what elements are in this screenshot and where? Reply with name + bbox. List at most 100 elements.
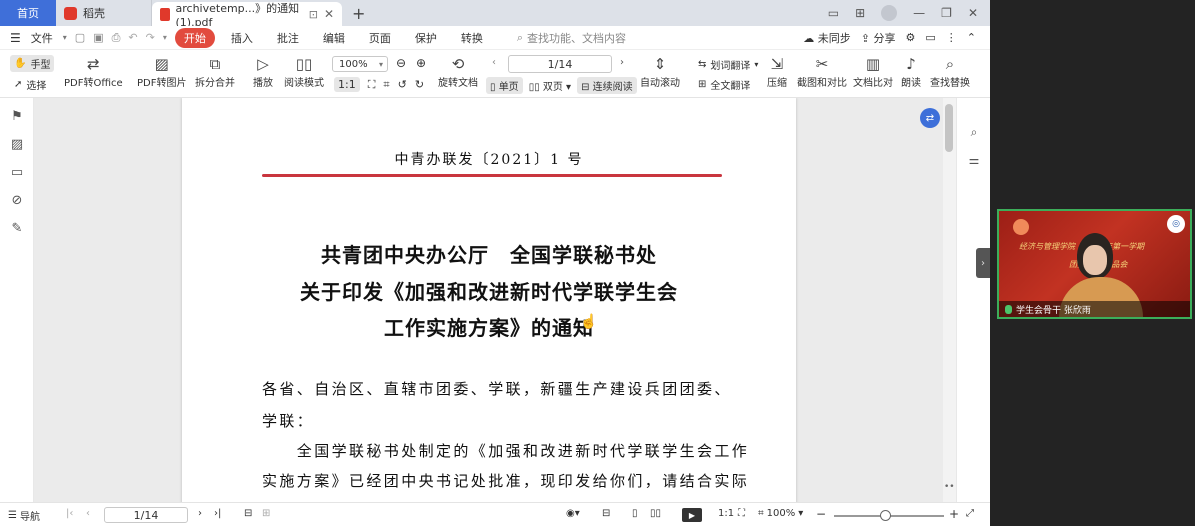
search-box[interactable]: ⌕ 查找功能、文档内容 bbox=[517, 30, 626, 46]
signature-icon[interactable]: ✎ bbox=[9, 220, 25, 236]
continuous-read-button[interactable]: ⊟ 连续阅读 bbox=[577, 77, 637, 94]
eye-icon[interactable]: ◉▾ bbox=[566, 508, 580, 519]
comment-icon[interactable]: ▭ bbox=[925, 31, 935, 44]
full-translate-label: 全文翻译 bbox=[710, 81, 751, 92]
single-view-icon[interactable]: ▯ bbox=[632, 508, 638, 519]
read-aloud-button[interactable]: ♪ 朗读 bbox=[900, 54, 922, 89]
tab-home[interactable]: 首页 bbox=[0, 0, 56, 26]
document-viewport[interactable]: 中青办联发〔2021〕1 号 共青团中央办公厅 全国学联秘书处 关于印发《加强和… bbox=[34, 98, 956, 502]
settings-icon[interactable]: ⚙ bbox=[906, 31, 916, 44]
close-tab-icon[interactable]: ✕ bbox=[324, 7, 334, 21]
rotate-right-icon[interactable]: ↻ bbox=[415, 78, 424, 91]
avatar[interactable] bbox=[881, 5, 898, 21]
print-icon[interactable]: ⎙ bbox=[112, 31, 121, 45]
word-translate-button[interactable]: ⇆ 划词翻译 ▾ bbox=[698, 57, 758, 72]
comment-icon[interactable]: ▭ bbox=[9, 164, 25, 180]
participant-caption: 学生会骨干 张欣雨 bbox=[999, 301, 1190, 317]
new-tab-button[interactable]: + bbox=[342, 0, 375, 26]
zoom-readout[interactable]: ⌗ 100% ▾ bbox=[758, 508, 803, 519]
zoom-slider-knob[interactable] bbox=[880, 510, 891, 521]
share-button[interactable]: ⇪ 分享 bbox=[861, 30, 896, 46]
forward-icon[interactable]: ⊞ bbox=[262, 508, 270, 519]
minimize-icon[interactable]: — bbox=[913, 6, 925, 20]
tab-active-document[interactable]: archivetemp...》的通知(1).pdf ⊡ ✕ bbox=[152, 2, 342, 29]
fit-page-icon[interactable]: ⛶ bbox=[738, 508, 745, 519]
undo-icon[interactable]: ↶ bbox=[128, 31, 137, 44]
sync-status[interactable]: ☁ 未同步 bbox=[803, 30, 851, 46]
tab-docer[interactable]: 稻壳 bbox=[56, 0, 152, 26]
vertical-scrollbar[interactable]: ••• bbox=[943, 98, 960, 502]
pin-icon[interactable]: ⊡ bbox=[309, 8, 318, 21]
menu-page[interactable]: 页面 bbox=[361, 30, 399, 46]
play-icon[interactable]: ▶ bbox=[682, 508, 702, 522]
pdf-to-office-button[interactable]: ⇄ PDF转Office bbox=[64, 54, 123, 89]
fullscreen-icon[interactable]: ⤢ bbox=[966, 508, 974, 519]
zoom-select[interactable]: 100% ▾ bbox=[332, 56, 388, 72]
chevron-down-icon[interactable]: ▾ bbox=[63, 33, 67, 42]
close-window-icon[interactable]: ✕ bbox=[968, 6, 978, 20]
zoom-out-icon[interactable]: − bbox=[816, 507, 826, 521]
actual-size-icon[interactable]: 1:1 bbox=[718, 508, 734, 519]
hamburger-icon[interactable]: ☰ bbox=[10, 31, 21, 45]
menu-edit[interactable]: 编辑 bbox=[315, 30, 353, 46]
video-tile[interactable]: 经济与管理学院 …… 学年第一学期 团委…… 精品会 ◎ 学生会骨干 张欣雨 bbox=[997, 209, 1192, 319]
bookmark-icon[interactable]: ⚑ bbox=[9, 108, 25, 124]
fit-page-icon[interactable]: ⛶ bbox=[368, 78, 376, 92]
split-merge-button[interactable]: ⧉ 拆分合并 bbox=[195, 54, 235, 89]
compress-button[interactable]: ⇲ 压缩 bbox=[766, 54, 788, 89]
actual-size-icon[interactable]: 1:1 bbox=[334, 77, 360, 92]
hand-tool-button[interactable]: ✋ 手型 bbox=[10, 55, 55, 72]
more-icon[interactable]: ⋮ bbox=[946, 31, 957, 44]
restore-icon[interactable]: ❐ bbox=[941, 6, 952, 20]
single-page-button[interactable]: ▯ 单页 bbox=[486, 77, 523, 94]
collapse-panel-chevron-icon[interactable]: › bbox=[976, 248, 990, 278]
thumbnail-icon[interactable]: ▨ bbox=[9, 136, 25, 152]
fit-width-icon[interactable]: ⌗ bbox=[383, 78, 389, 92]
find-replace-button[interactable]: ⌕ 查找替换 bbox=[930, 54, 970, 89]
adjust-icon[interactable]: ⚌ bbox=[966, 152, 982, 168]
status-page-input[interactable]: 1/14 bbox=[104, 507, 188, 523]
prev-page-icon[interactable]: ‹ bbox=[86, 508, 90, 519]
zoom-out-icon[interactable]: ⊖ bbox=[396, 56, 406, 70]
search-icon[interactable]: ⌕ bbox=[966, 124, 982, 140]
nav-button[interactable]: ☰ 导航 bbox=[8, 508, 40, 523]
next-page-icon[interactable]: › bbox=[198, 508, 202, 519]
autoscroll-button[interactable]: ⇕ 自动滚动 bbox=[640, 54, 680, 89]
zoom-in-icon[interactable]: + bbox=[949, 507, 959, 521]
new-file-icon[interactable]: ▢ bbox=[75, 31, 85, 44]
collapse-ribbon-icon[interactable]: ⌃ bbox=[967, 31, 976, 44]
menu-start-button[interactable]: 开始 bbox=[174, 27, 215, 48]
rotate-document-button[interactable]: ⟲ 旋转文档 bbox=[438, 54, 478, 89]
menu-annotate[interactable]: 批注 bbox=[269, 30, 307, 46]
scrollbar-thumb[interactable] bbox=[945, 104, 953, 152]
full-translate-button[interactable]: ⊞ 全文翻译 bbox=[698, 77, 750, 92]
menu-protect[interactable]: 保护 bbox=[407, 30, 445, 46]
layout-icon[interactable]: ▭ bbox=[828, 6, 839, 20]
zoom-in-icon[interactable]: ⊕ bbox=[416, 56, 426, 70]
double-view-icon[interactable]: ▯▯ bbox=[650, 508, 661, 519]
prev-page-icon[interactable]: ‹ bbox=[492, 57, 496, 68]
rotate-left-icon[interactable]: ↺ bbox=[398, 78, 407, 91]
menu-convert[interactable]: 转换 bbox=[453, 30, 491, 46]
continuous-view-icon[interactable]: ⊟ bbox=[602, 508, 610, 519]
first-page-icon[interactable]: |‹ bbox=[66, 508, 73, 519]
next-page-icon[interactable]: › bbox=[620, 57, 624, 68]
select-tool-button[interactable]: ➚ 选择 bbox=[14, 77, 46, 92]
play-button[interactable]: ▷ 播放 bbox=[252, 54, 274, 89]
menu-file[interactable]: 文件 bbox=[29, 30, 55, 46]
more-dropdown-icon[interactable]: ▾ bbox=[163, 33, 167, 42]
doc-compare-button[interactable]: ▥ 文档比对 bbox=[853, 54, 893, 89]
attachment-icon[interactable]: ⊘ bbox=[9, 192, 25, 208]
menu-insert[interactable]: 插入 bbox=[223, 30, 261, 46]
screenshot-compare-button[interactable]: ✂ 截图和对比 bbox=[797, 54, 847, 89]
grid-icon[interactable]: ⊞ bbox=[855, 6, 865, 20]
back-icon[interactable]: ⊟ bbox=[244, 508, 252, 519]
last-page-icon[interactable]: ›| bbox=[214, 508, 221, 519]
page-number-input[interactable]: 1/14 bbox=[508, 55, 612, 73]
pdf-to-image-button[interactable]: ▨ PDF转图片 bbox=[137, 54, 186, 89]
double-page-button[interactable]: ▯▯ 双页 ▾ bbox=[529, 78, 571, 93]
save-icon[interactable]: ▣ bbox=[93, 31, 103, 44]
read-mode-button[interactable]: ▯▯ 阅读模式 bbox=[284, 54, 324, 89]
redo-icon[interactable]: ↷ bbox=[146, 31, 155, 44]
floating-tool-button[interactable]: ⇄ bbox=[920, 108, 940, 128]
